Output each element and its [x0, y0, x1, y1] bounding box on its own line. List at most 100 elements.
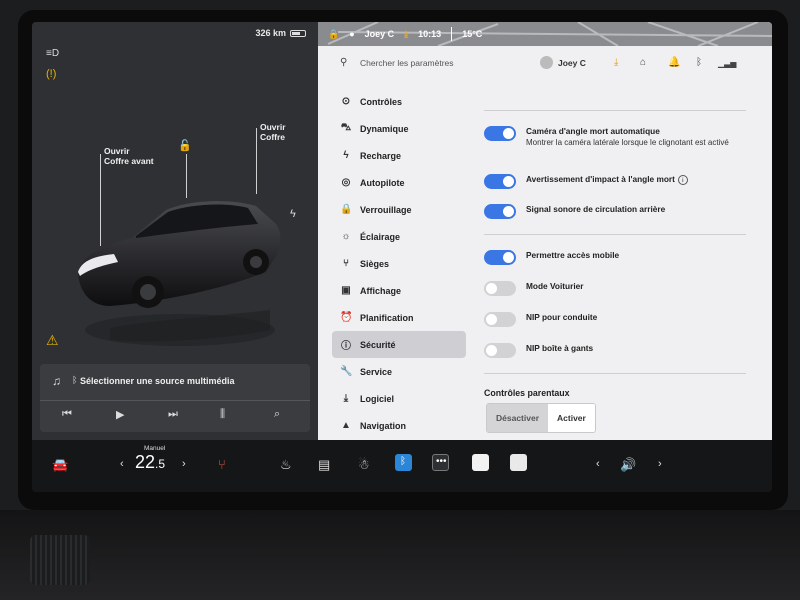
info-icon[interactable]: i — [677, 174, 688, 185]
blind-spot-camera-description: Montrer la caméra latérale lorsque le cl… — [526, 138, 729, 147]
blind-spot-warning-label: Avertissement d'impact à l'angle mort — [526, 174, 675, 184]
parental-enable-button[interactable]: Activer — [548, 404, 595, 432]
blind-spot-camera-label: Caméra d'angle mort automatique — [526, 126, 660, 136]
frunk-open-button[interactable]: Ouvrir Coffre avant — [104, 146, 154, 166]
warning-triangle-icon[interactable]: ⚠ — [46, 332, 59, 349]
tire-pressure-warning-icon[interactable]: (!) — [46, 68, 56, 80]
calendar-app-icon[interactable] — [472, 454, 489, 471]
steering-wheel-icon: ◎ — [341, 177, 351, 188]
notification-bell-icon[interactable]: 🔔 — [668, 57, 680, 68]
glovebox-pin-setting[interactable]: NIP boîte à gants — [484, 343, 593, 358]
trunk-label-target: Coffre — [260, 132, 286, 142]
sidebar-item-10[interactable]: 🔧 Service — [332, 358, 466, 385]
volume-down-chevron-icon[interactable]: ‹ — [596, 458, 600, 470]
sidebar-item-12[interactable]: ▲ Navigation — [332, 412, 466, 439]
sidebar-item-1[interactable]: ⛍ Dynamique — [332, 115, 466, 142]
parental-controls-title: Contrôles parentaux — [484, 388, 570, 398]
sidebar-item-4[interactable]: 🔒 Verrouillage — [332, 196, 466, 223]
toybox-icon[interactable]: ☃ — [358, 457, 370, 473]
unlock-icon[interactable]: 🔓 — [178, 139, 192, 152]
seat-heater-icon[interactable]: ⑂ — [218, 457, 226, 472]
mobile-access-toggle[interactable] — [484, 250, 516, 265]
pin-to-drive-toggle[interactable] — [484, 312, 516, 327]
rear-cross-traffic-label: Signal sonore de circulation arrière — [526, 204, 666, 214]
sidebar-item-5[interactable]: ☼ Éclairage — [332, 223, 466, 250]
touchscreen: 326 km ≡D (!) 🔓 ϟ ⚠ Ouvrir Coffre avant … — [32, 22, 772, 492]
charge-port-bolt-icon[interactable]: ϟ — [290, 208, 296, 220]
parental-disable-button[interactable]: Désactiver — [487, 404, 549, 432]
sidebar-item-0[interactable]: ⊙ Contrôles — [332, 88, 466, 115]
headlight-icon[interactable]: ≡D — [46, 48, 59, 59]
sidebar-item-3[interactable]: ◎ Autopilote — [332, 169, 466, 196]
status-separator — [451, 27, 453, 41]
lock-status-icon[interactable]: 🔒 — [328, 29, 339, 40]
glovebox-pin-toggle[interactable] — [484, 343, 516, 358]
search-icon[interactable]: ⚲ — [340, 57, 347, 68]
mobile-access-label: Permettre accès mobile — [526, 250, 620, 260]
sun-icon: ☼ — [341, 231, 351, 242]
previous-track-icon[interactable]: ⏮ — [62, 408, 72, 421]
volume-up-chevron-icon[interactable]: › — [658, 458, 662, 470]
rear-defrost-icon[interactable]: ▤ — [318, 457, 330, 473]
software-update-icon[interactable]: ⤓ — [614, 57, 618, 68]
glovebox-pin-text: NIP boîte à gants — [526, 343, 593, 358]
blind-spot-camera-setting[interactable]: Caméra d'angle mort automatique Montrer … — [484, 126, 736, 148]
sidebar-item-6[interactable]: ⑂ Sièges — [332, 250, 466, 277]
blind-spot-warning-setting[interactable]: Avertissement d'impact à l'angle mort i — [484, 174, 688, 189]
user-profile-button[interactable]: Joey C — [540, 56, 586, 69]
display-icon: ▣ — [341, 285, 351, 296]
equalizer-icon[interactable]: ⫼ — [220, 408, 225, 421]
update-download-icon[interactable]: ⤓ — [404, 29, 408, 40]
front-defrost-icon[interactable]: ♨ — [280, 457, 292, 473]
media-source-label[interactable]: Sélectionner une source multimédia — [80, 376, 235, 386]
valet-mode-toggle[interactable] — [484, 281, 516, 296]
settings-sidebar: ⊙ Contrôles ⛍ Dynamique ϟ Recharge ◎ Autopilote… — [332, 88, 466, 439]
temp-decrease-chevron-icon[interactable]: ‹ — [120, 458, 124, 470]
settings-search-input[interactable]: Chercher les paramètres — [360, 58, 454, 68]
notes-app-icon[interactable] — [510, 454, 527, 471]
info-icon: ⓘ — [341, 341, 351, 352]
cabin-temperature[interactable]: 22.5 — [135, 452, 165, 473]
sidebar-item-11[interactable]: ⤓ Logiciel — [332, 385, 466, 412]
speaker-icon[interactable]: 🔊 — [620, 457, 636, 473]
play-icon[interactable]: ▶ — [116, 408, 124, 421]
frunk-label-target: Coffre avant — [104, 156, 154, 166]
bluetooth-small-icon: ᛒ — [72, 375, 78, 385]
blind-spot-warning-toggle[interactable] — [484, 174, 516, 189]
sidebar-item-9[interactable]: ⓘ Sécurité — [332, 331, 466, 358]
car-controls-icon[interactable]: 🚘 — [52, 457, 68, 473]
next-track-icon[interactable]: ⏭ — [168, 408, 178, 421]
user-name: Joey C — [558, 57, 586, 68]
sidebar-item-7[interactable]: ▣ Affichage — [332, 277, 466, 304]
bluetooth-icon[interactable]: ᛒ — [696, 57, 702, 68]
bluetooth-app-icon[interactable]: ᛒ — [395, 454, 412, 471]
trunk-open-button[interactable]: Ouvrir Coffre — [260, 122, 286, 142]
valet-mode-setting[interactable]: Mode Voiturier — [484, 281, 583, 296]
sidebar-item-2[interactable]: ϟ Recharge — [332, 142, 466, 169]
rear-cross-traffic-setting[interactable]: Signal sonore de circulation arrière — [484, 204, 665, 219]
media-player[interactable]: ♫ ᛒ Sélectionner une source multimédia ⏮… — [40, 364, 310, 432]
rear-cross-traffic-toggle[interactable] — [484, 204, 516, 219]
profile-icon[interactable]: ● — [349, 29, 354, 39]
pin-to-drive-setting[interactable]: NIP pour conduite — [484, 312, 597, 327]
blind-spot-warning-text: Avertissement d'impact à l'angle mort i — [526, 174, 688, 189]
media-search-icon[interactable]: ⌕ — [274, 408, 280, 421]
sidebar-item-label: Autopilote — [360, 177, 405, 188]
trunk-label-action: Ouvrir — [260, 122, 286, 132]
mobile-access-text: Permettre accès mobile — [526, 250, 619, 265]
temp-increase-chevron-icon[interactable]: › — [182, 458, 186, 470]
clock-time: 10:13 — [418, 29, 442, 39]
lock-icon: 🔒 — [340, 204, 353, 215]
car-3d-image — [78, 201, 281, 346]
home-icon[interactable]: ⌂ — [640, 57, 646, 68]
sidebar-item-8[interactable]: ⏰ Planification — [332, 304, 466, 331]
parental-controls-segmented[interactable]: Désactiver Activer — [486, 403, 596, 433]
sidebar-item-label: Sécurité — [360, 339, 396, 350]
status-user[interactable]: Joey C — [365, 29, 395, 39]
blind-spot-camera-toggle[interactable] — [484, 126, 516, 141]
content-divider-mid — [484, 234, 746, 235]
lte-signal-icon: ▁▃▅ — [718, 59, 737, 68]
more-apps-icon[interactable]: ••• — [432, 454, 449, 471]
mobile-access-setting[interactable]: Permettre accès mobile — [484, 250, 619, 265]
settings-panel: 🔒 ● Joey C ⤓ 10:13 15°C ⚲ Chercher les p… — [318, 22, 772, 440]
